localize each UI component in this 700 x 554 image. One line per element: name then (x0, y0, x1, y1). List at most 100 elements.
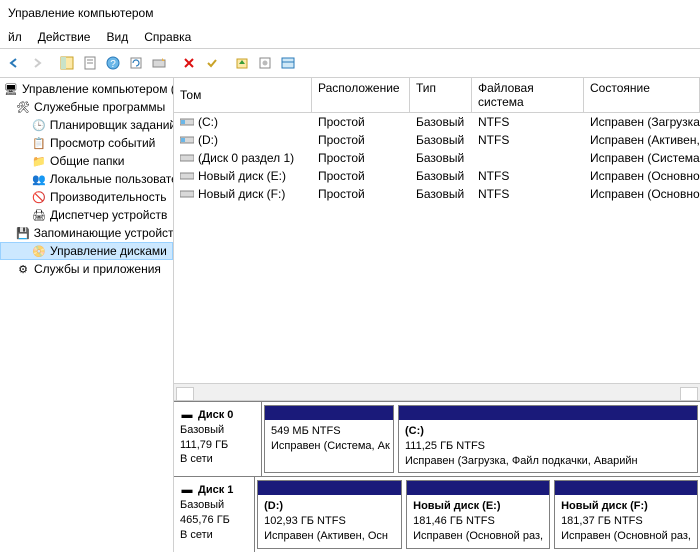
disk-info-0[interactable]: ▬Диск 0 Базовый 111,79 ГБ В сети (174, 402, 262, 477)
vol-status: Исправен (Система, Активен, Основ (584, 150, 700, 166)
tree-label: Локальные пользовате (50, 172, 174, 186)
action-icon[interactable] (149, 53, 169, 73)
clock-icon: 🕒 (32, 118, 46, 132)
menu-file[interactable]: йл (8, 30, 22, 44)
forward-icon[interactable] (27, 53, 47, 73)
vol-name: (D:) (198, 133, 218, 147)
storage-icon: 💾 (16, 226, 30, 240)
drive-icon (180, 117, 194, 127)
properties-icon[interactable] (80, 53, 100, 73)
partition-disk0-p2[interactable]: (C:) 111,25 ГБ NTFS Исправен (Загрузка, … (398, 405, 698, 474)
tree-services[interactable]: ⚙ Службы и приложения (0, 260, 173, 278)
disk-type: Базовый (180, 498, 248, 513)
menu-bar: йл Действие Вид Справка (0, 26, 700, 49)
table-row[interactable]: (Диск 0 раздел 1)ПростойБазовыйИсправен … (174, 149, 700, 167)
col-header-type[interactable]: Тип (410, 78, 472, 112)
disk-title: Диск 0 (198, 408, 233, 423)
vol-layout: Простой (312, 114, 410, 130)
vol-status: Исправен (Загрузка, Файл подкачки, (584, 114, 700, 130)
tree-users[interactable]: 👥 Локальные пользовате (0, 170, 173, 188)
hdd-icon: ▬ (180, 408, 194, 422)
help-icon[interactable]: ? (103, 53, 123, 73)
tree-scheduler[interactable]: 🕒 Планировщик заданий (0, 116, 173, 134)
vol-name: Новый диск (F:) (198, 187, 285, 201)
menu-view[interactable]: Вид (106, 30, 128, 44)
partition-bar (258, 481, 401, 495)
device-icon: 🖨 (32, 208, 46, 222)
partition-size: 181,37 ГБ NTFS (561, 514, 691, 529)
partition-bar (399, 406, 697, 420)
vol-status: Исправен (Основной раздел) (584, 186, 700, 202)
tree-root[interactable]: 🖥 Управление компьютером (лс (0, 80, 173, 98)
vol-layout: Простой (312, 168, 410, 184)
up-icon[interactable] (232, 53, 252, 73)
tree-label: Запоминающие устройств (34, 226, 174, 240)
col-header-layout[interactable]: Расположение (312, 78, 410, 112)
vol-name: (C:) (198, 115, 218, 129)
disk-graphical-view: ▬Диск 0 Базовый 111,79 ГБ В сети 549 МБ … (174, 401, 700, 552)
table-row[interactable]: (D:)ПростойБазовыйNTFSИсправен (Активен,… (174, 131, 700, 149)
show-hide-icon[interactable] (57, 53, 77, 73)
tree-diskmgmt[interactable]: 📀 Управление дисками (0, 242, 173, 260)
partition-disk1-p3[interactable]: Новый диск (F:) 181,37 ГБ NTFS Исправен … (554, 480, 698, 549)
table-row[interactable]: (C:)ПростойБазовыйNTFSИсправен (Загрузка… (174, 113, 700, 131)
partition-disk0-p1[interactable]: 549 МБ NTFS Исправен (Система, Ак (264, 405, 394, 474)
hdd-icon: ▬ (180, 484, 194, 498)
drive-icon (180, 189, 194, 199)
tree-label: Управление компьютером (лс (22, 82, 174, 96)
col-header-status[interactable]: Состояние (584, 78, 700, 112)
tree-system-tools[interactable]: 🛠 Служебные программы (0, 98, 173, 116)
vol-layout: Простой (312, 186, 410, 202)
table-row[interactable]: Новый диск (E:)ПростойБазовыйNTFSИсправе… (174, 167, 700, 185)
partition-bar (407, 481, 549, 495)
partition-size: 181,46 ГБ NTFS (413, 514, 543, 529)
content-pane: Том Расположение Тип Файловая система Со… (174, 78, 700, 552)
disk-row-1: ▬Диск 1 Базовый 465,76 ГБ В сети (D:) 10… (174, 476, 700, 552)
folder-icon: 📁 (32, 154, 46, 168)
tools-icon: 🛠 (16, 100, 30, 114)
vol-type: Базовый (410, 168, 472, 184)
col-header-fs[interactable]: Файловая система (472, 78, 584, 112)
disk-state: В сети (180, 452, 255, 467)
tree-label: Общие папки (50, 154, 124, 168)
tree-storage[interactable]: 💾 Запоминающие устройств (0, 224, 173, 242)
tree-shared[interactable]: 📁 Общие папки (0, 152, 173, 170)
tree-label: Просмотр событий (50, 136, 155, 150)
perf-icon: 🚫 (32, 190, 46, 204)
refresh-icon[interactable] (126, 53, 146, 73)
back-icon[interactable] (4, 53, 24, 73)
tree-label: Управление дисками (50, 244, 167, 258)
tree-label: Диспетчер устройств (50, 208, 167, 222)
volume-table: Том Расположение Тип Файловая система Со… (174, 78, 700, 203)
menu-help[interactable]: Справка (144, 30, 191, 44)
partition-bar (555, 481, 697, 495)
partition-status: Исправен (Основной раз, (413, 529, 543, 544)
menu-action[interactable]: Действие (38, 30, 91, 44)
tree-devmgr[interactable]: 🖨 Диспетчер устройств (0, 206, 173, 224)
vol-name: Новый диск (E:) (198, 169, 286, 183)
partition-status: Исправен (Основной раз, (561, 529, 691, 544)
table-row[interactable]: Новый диск (F:)ПростойБазовыйNTFSИсправе… (174, 185, 700, 203)
vol-type: Базовый (410, 114, 472, 130)
delete-icon[interactable] (179, 53, 199, 73)
vol-fs (472, 150, 584, 166)
settings-icon[interactable] (255, 53, 275, 73)
vol-fs: NTFS (472, 168, 584, 184)
partition-name: (D:) (264, 499, 395, 514)
tree-events[interactable]: 📋 Просмотр событий (0, 134, 173, 152)
partition-disk1-p2[interactable]: Новый диск (E:) 181,46 ГБ NTFS Исправен … (406, 480, 550, 549)
partition-disk1-p1[interactable]: (D:) 102,93 ГБ NTFS Исправен (Активен, О… (257, 480, 402, 549)
horizontal-scrollbar[interactable] (174, 383, 700, 401)
disk-type: Базовый (180, 423, 255, 438)
check-icon[interactable] (202, 53, 222, 73)
vol-status: Исправен (Активен, Основной разде (584, 132, 700, 148)
vol-fs: NTFS (472, 132, 584, 148)
tree-perf[interactable]: 🚫 Производительность (0, 188, 173, 206)
partition-size: 111,25 ГБ NTFS (405, 439, 691, 454)
col-header-volume[interactable]: Том (174, 78, 312, 112)
list-icon[interactable] (278, 53, 298, 73)
vol-layout: Простой (312, 132, 410, 148)
disk-info-1[interactable]: ▬Диск 1 Базовый 465,76 ГБ В сети (174, 477, 255, 552)
drive-icon (180, 153, 194, 163)
vol-type: Базовый (410, 186, 472, 202)
